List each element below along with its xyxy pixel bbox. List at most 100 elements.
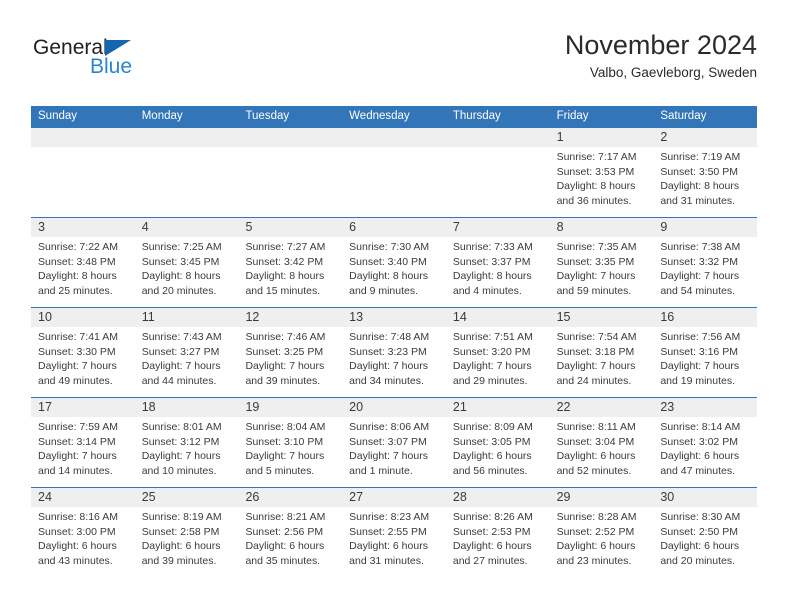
day-number-band: 17 [31,398,135,417]
daylight-duration-line2: and 10 minutes. [141,465,217,478]
calendar-day-cell[interactable]: 8 Sunrise: 7:35 AM Sunset: 3:35 PM Daylight… [549,217,654,307]
calendar-day-cell[interactable]: 6 Sunrise: 7:30 AM Sunset: 3:40 PM Daylight… [342,217,446,307]
daylight-duration-line1: Daylight: 6 hours [245,540,325,553]
sunrise-time: Sunrise: 7:54 AM [556,331,637,343]
day-number: 26 [245,490,260,504]
daylight-duration-line1: Daylight: 8 hours [38,270,117,283]
calendar-day-cell[interactable]: 11 Sunrise: 7:43 AM Sunset: 3:27 PM Dayligh… [134,307,239,397]
calendar-day-cell[interactable]: 9 Sunrise: 7:38 AM Sunset: 3:32 PM Daylight… [653,217,758,307]
day-number-band: 20 [342,398,446,417]
calendar-day-cell[interactable]: 3 Sunrise: 7:22 AM Sunset: 3:48 PM Daylight… [31,217,135,307]
daylight-duration-line1: Daylight: 6 hours [452,450,532,463]
daylight-duration-line1: Daylight: 8 hours [660,180,740,193]
day-sun-info: Sunrise: 7:35 AM Sunset: 3:35 PM Daylight:… [550,237,654,299]
calendar-day-cell[interactable]: 18 Sunrise: 8:01 AM Sunset: 3:12 PM Dayligh… [134,397,239,487]
daylight-duration-line2: and 36 minutes. [556,195,632,208]
daylight-duration-line1: Daylight: 7 hours [556,360,636,373]
day-number: 27 [349,490,364,504]
day-sun-info: Sunrise: 7:19 AM Sunset: 3:50 PM Daylight:… [653,147,757,209]
sunrise-time: Sunrise: 7:27 AM [245,241,326,253]
calendar-day-cell[interactable]: 14 Sunrise: 7:51 AM Sunset: 3:20 PM Dayligh… [445,307,550,397]
day-number-band: 13 [342,308,446,327]
calendar-day-cell-empty [31,127,135,217]
sunrise-time: Sunrise: 8:26 AM [452,511,533,523]
calendar-day-cell[interactable]: 30 Sunrise: 8:30 AM Sunset: 2:50 PM Dayligh… [653,487,758,577]
daylight-duration-line1: Daylight: 7 hours [141,360,221,373]
sunrise-time: Sunrise: 7:25 AM [141,241,222,253]
calendar-day-cell[interactable]: 26 Sunrise: 8:21 AM Sunset: 2:56 PM Dayligh… [238,487,343,577]
day-sun-info: Sunrise: 8:16 AM Sunset: 3:00 PM Daylight:… [31,507,135,569]
daylight-duration-line1: Daylight: 6 hours [141,540,221,553]
day-sun-info: Sunrise: 8:06 AM Sunset: 3:07 PM Daylight:… [342,417,446,479]
calendar-day-cell[interactable]: 29 Sunrise: 8:28 AM Sunset: 2:52 PM Dayligh… [549,487,654,577]
calendar-day-cell[interactable]: 1 Sunrise: 7:17 AM Sunset: 3:53 PM Daylight… [549,127,654,217]
calendar-day-cell[interactable]: 22 Sunrise: 8:11 AM Sunset: 3:04 PM Dayligh… [549,397,654,487]
daylight-duration-line1: Daylight: 6 hours [349,540,428,553]
day-number: 14 [452,310,467,324]
weekday-header-tuesday: Tuesday [245,110,290,122]
calendar-day-cell[interactable]: 15 Sunrise: 7:54 AM Sunset: 3:18 PM Dayligh… [549,307,654,397]
day-sun-info: Sunrise: 8:04 AM Sunset: 3:10 PM Daylight:… [238,417,342,479]
calendar-day-cell[interactable]: 10 Sunrise: 7:41 AM Sunset: 3:30 PM Dayligh… [31,307,135,397]
sunrise-time: Sunrise: 7:19 AM [660,151,741,163]
sunset-time: Sunset: 3:07 PM [349,435,427,448]
day-number-band: 27 [342,488,446,507]
sunset-time: Sunset: 3:23 PM [349,345,427,358]
sunset-time: Sunset: 2:53 PM [452,525,531,538]
day-number: 7 [452,220,460,234]
day-number-band: 9 [653,218,758,237]
weekday-header-monday: Monday [141,110,183,122]
calendar-day-cell[interactable]: 25 Sunrise: 8:19 AM Sunset: 2:58 PM Dayligh… [134,487,239,577]
sunset-time: Sunset: 3:35 PM [556,255,635,268]
daylight-duration-line2: and 52 minutes. [556,465,632,478]
calendar-day-cell[interactable]: 28 Sunrise: 8:26 AM Sunset: 2:53 PM Dayligh… [445,487,550,577]
weekday-header-thursday: Thursday [452,110,501,122]
calendar-day-cell[interactable]: 21 Sunrise: 8:09 AM Sunset: 3:05 PM Dayligh… [445,397,550,487]
day-number: 21 [452,400,467,414]
calendar-day-cell[interactable]: 23 Sunrise: 8:14 AM Sunset: 3:02 PM Dayligh… [653,397,758,487]
daylight-duration-line1: Daylight: 7 hours [556,270,636,283]
calendar-day-cell[interactable]: 20 Sunrise: 8:06 AM Sunset: 3:07 PM Dayligh… [342,397,446,487]
day-number-band: 22 [549,398,654,417]
daylight-duration-line2: and 59 minutes. [556,285,632,298]
daylight-duration-line2: and 20 minutes. [141,285,217,298]
daylight-duration-line1: Daylight: 8 hours [141,270,221,283]
page-title: November 2024 [564,30,757,60]
calendar-day-cell[interactable]: 4 Sunrise: 7:25 AM Sunset: 3:45 PM Daylight… [134,217,239,307]
day-number: 30 [660,490,675,504]
calendar-day-cell[interactable]: 12 Sunrise: 7:46 AM Sunset: 3:25 PM Dayligh… [238,307,343,397]
calendar-day-cell[interactable]: 27 Sunrise: 8:23 AM Sunset: 2:55 PM Dayligh… [342,487,446,577]
day-number-band: 19 [238,398,343,417]
general-blue-logo[interactable]: General Blue [31,36,251,92]
calendar-day-cell[interactable]: 19 Sunrise: 8:04 AM Sunset: 3:10 PM Dayligh… [238,397,343,487]
calendar-day-cell[interactable]: 17 Sunrise: 7:59 AM Sunset: 3:14 PM Dayligh… [31,397,135,487]
day-sun-info: Sunrise: 7:51 AM Sunset: 3:20 PM Daylight:… [446,327,550,389]
calendar-day-cell[interactable]: 13 Sunrise: 7:48 AM Sunset: 3:23 PM Dayligh… [342,307,446,397]
day-number: 19 [245,400,260,414]
day-sun-info: Sunrise: 7:46 AM Sunset: 3:25 PM Daylight:… [238,327,342,389]
day-number: 20 [349,400,364,414]
sunrise-time: Sunrise: 8:28 AM [556,511,637,523]
day-number-band: 11 [134,308,239,327]
sunset-time: Sunset: 3:25 PM [245,345,324,358]
title-block: November 2024 Valbo, Gaevleborg, Sweden [565,28,757,84]
calendar-day-cell[interactable]: 24 Sunrise: 8:16 AM Sunset: 3:00 PM Dayligh… [31,487,135,577]
sunrise-time: Sunrise: 7:56 AM [660,331,741,343]
calendar-day-cell[interactable]: 7 Sunrise: 7:33 AM Sunset: 3:37 PM Daylight… [445,217,550,307]
day-number-band: 15 [549,308,654,327]
day-sun-info: Sunrise: 8:23 AM Sunset: 2:55 PM Daylight:… [342,507,446,569]
day-number-band: 5 [238,218,343,237]
calendar-day-cell[interactable]: 16 Sunrise: 7:56 AM Sunset: 3:16 PM Dayligh… [653,307,758,397]
day-number-band [342,128,446,147]
daylight-duration-line2: and 49 minutes. [38,375,113,388]
calendar-grid: Sunday Monday Tuesday Wednesday Thursday… [31,106,758,577]
calendar-day-cell[interactable]: 5 Sunrise: 7:27 AM Sunset: 3:42 PM Daylight… [238,217,343,307]
sunset-time: Sunset: 3:12 PM [141,435,220,448]
calendar-day-cell[interactable]: 2 Sunrise: 7:19 AM Sunset: 3:50 PM Daylight… [653,127,758,217]
day-number-band: 21 [445,398,550,417]
day-number-band: 25 [134,488,239,507]
daylight-duration-line1: Daylight: 6 hours [452,540,532,553]
daylight-duration-line1: Daylight: 7 hours [141,450,221,463]
sunrise-time: Sunrise: 7:30 AM [349,241,430,253]
day-number: 18 [141,400,156,414]
